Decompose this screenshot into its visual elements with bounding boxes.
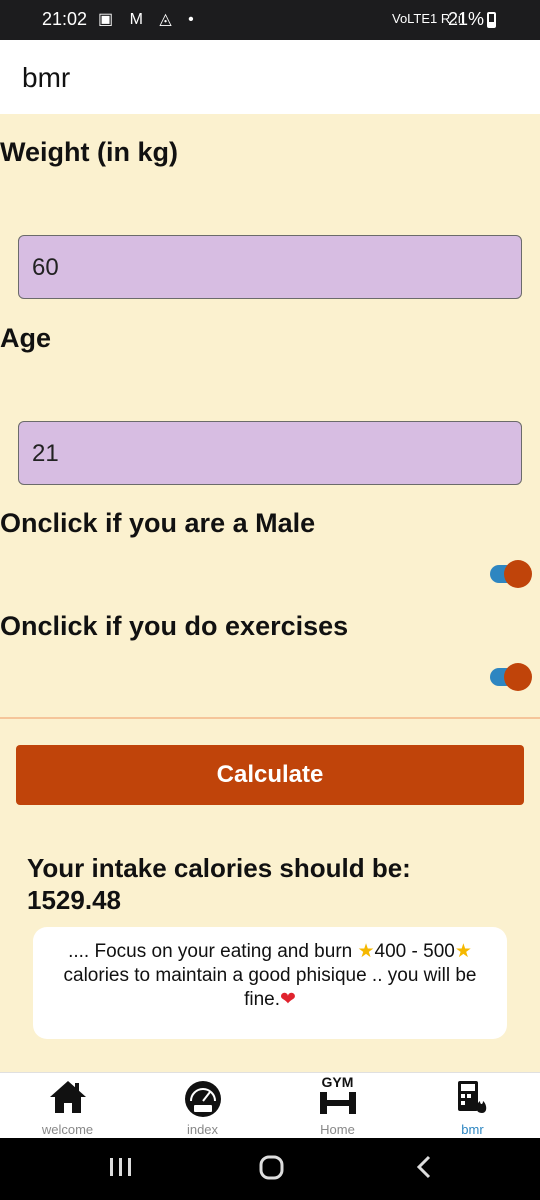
home-button-icon[interactable] bbox=[258, 1152, 286, 1187]
weight-input[interactable]: 60 bbox=[18, 235, 522, 299]
page-title: bmr bbox=[22, 62, 71, 93]
tip-card: .... Focus on your eating and burn ★400 … bbox=[33, 927, 507, 1039]
calculate-button[interactable]: Calculate bbox=[16, 745, 524, 805]
exercise-switch[interactable] bbox=[490, 661, 532, 691]
heart-icon: ❤ bbox=[280, 989, 296, 1010]
recent-apps-icon[interactable] bbox=[108, 1152, 134, 1187]
battery-icon bbox=[487, 12, 496, 28]
star-icon: ★ bbox=[357, 941, 375, 962]
divider bbox=[0, 717, 540, 719]
nav-label: bmr bbox=[461, 1122, 484, 1137]
bottom-nav: welcome index GYM Home bmr bbox=[0, 1072, 540, 1138]
star-icon: ★ bbox=[454, 941, 472, 962]
switch-thumb bbox=[504, 560, 532, 588]
result-value: 1529.48 bbox=[27, 885, 121, 915]
back-icon[interactable] bbox=[412, 1152, 436, 1187]
system-nav-bar bbox=[0, 1138, 540, 1200]
exercise-label: Onclick if you do exercises bbox=[0, 611, 349, 641]
nav-label: Home bbox=[320, 1122, 355, 1137]
result-heading: Your intake calories should be: bbox=[27, 853, 411, 883]
notification-icons: ▣ M ◬ • bbox=[98, 11, 200, 28]
tip-text-end: calories to maintain a good phisique .. … bbox=[63, 965, 477, 1010]
status-bar: 21:02 ▣ M ◬ • VoLTE1 R .ıl 21% bbox=[0, 0, 540, 40]
nav-label: welcome bbox=[41, 1122, 94, 1137]
nav-item-welcome[interactable]: welcome bbox=[0, 1073, 135, 1139]
nav-item-bmr[interactable]: bmr bbox=[405, 1073, 540, 1139]
calculator-fire-icon bbox=[456, 1079, 490, 1120]
tip-range: 400 - 500 bbox=[374, 941, 455, 962]
age-label: Age bbox=[0, 323, 52, 353]
male-switch[interactable] bbox=[490, 558, 532, 588]
weight-label: Weight (in kg) bbox=[0, 137, 178, 167]
bmi-gauge-icon bbox=[183, 1079, 223, 1124]
nav-item-index[interactable]: index bbox=[135, 1073, 270, 1139]
gym-icon-text: GYM bbox=[321, 1074, 354, 1090]
nav-label: index bbox=[186, 1122, 219, 1137]
battery-level: 21% bbox=[447, 9, 484, 29]
nav-item-home[interactable]: GYM Home bbox=[270, 1073, 405, 1139]
result-block: Your intake calories should be: 1529.48 bbox=[27, 852, 411, 916]
male-label: Onclick if you are a Male bbox=[0, 508, 316, 538]
gym-dumbbell-icon: GYM bbox=[318, 1075, 358, 1120]
home-icon bbox=[48, 1079, 88, 1120]
switch-thumb bbox=[504, 663, 532, 691]
app-bar: bmr bbox=[0, 40, 540, 114]
tip-text-start: .... Focus on your eating and burn bbox=[68, 941, 358, 962]
age-input[interactable]: 21 bbox=[18, 421, 522, 485]
status-time: 21:02 bbox=[42, 9, 88, 29]
